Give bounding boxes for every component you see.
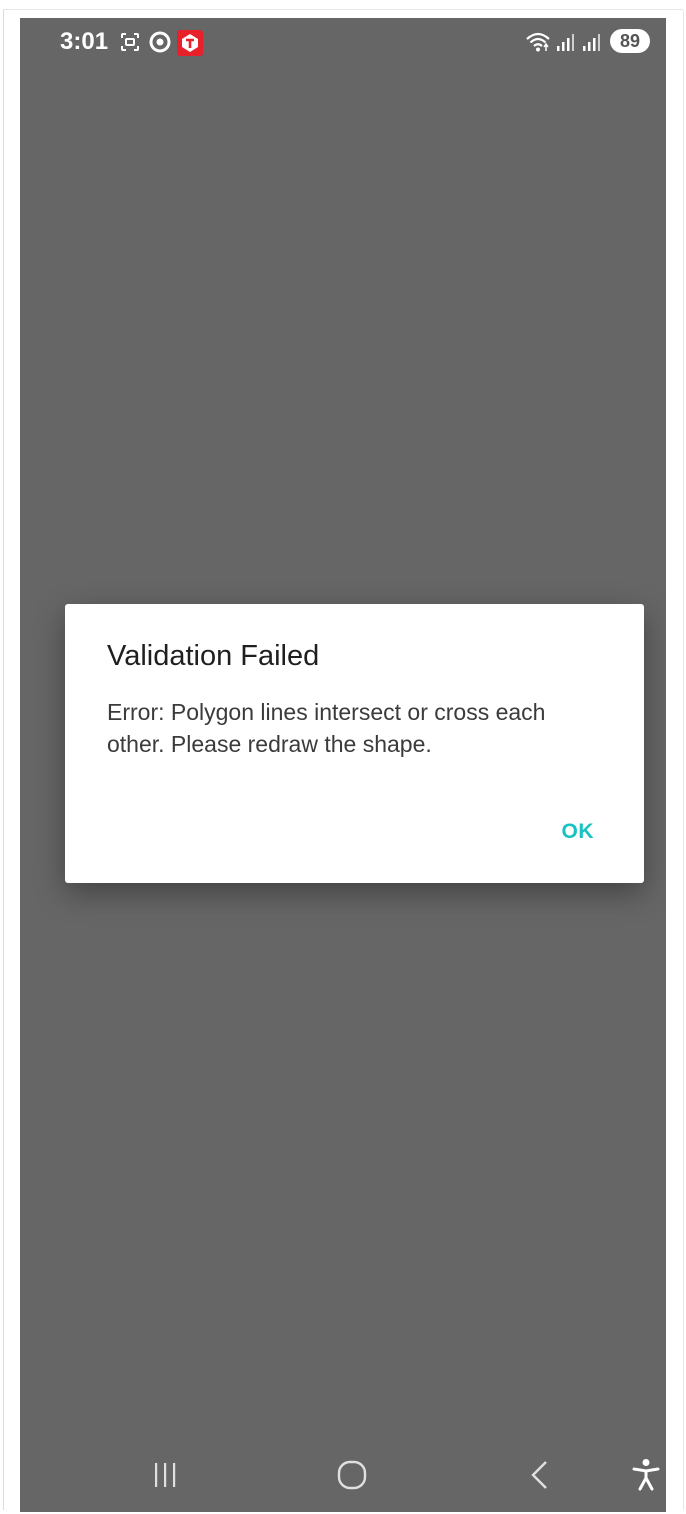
accessibility-button[interactable] xyxy=(616,1452,666,1502)
wifi-icon xyxy=(525,30,551,59)
back-icon xyxy=(528,1459,552,1496)
frame-border-top xyxy=(3,9,683,10)
recents-button[interactable] xyxy=(135,1452,195,1502)
tata-app-icon xyxy=(177,28,203,61)
frame-border-right xyxy=(683,10,684,1510)
validation-dialog: Validation Failed Error: Polygon lines i… xyxy=(65,604,644,883)
ok-button[interactable]: OK xyxy=(534,812,594,852)
device-frame: 3:01 89 Validation Failed Error: Polygon… xyxy=(0,0,686,1514)
dialog-message: Error: Polygon lines intersect or cross … xyxy=(107,699,546,757)
home-icon xyxy=(336,1459,368,1496)
battery-indicator: 89 xyxy=(610,29,650,53)
signal-icon-sim2 xyxy=(581,32,601,57)
signal-icon-sim1 xyxy=(555,32,575,57)
accessibility-icon xyxy=(631,1458,661,1497)
target-icon xyxy=(148,30,172,59)
recents-icon xyxy=(150,1461,180,1494)
screenshot-icon xyxy=(118,30,142,59)
navigation-bar xyxy=(20,1444,666,1512)
back-button[interactable] xyxy=(510,1452,570,1502)
screen-scrim[interactable]: 3:01 89 Validation Failed Error: Polygon… xyxy=(20,18,666,1512)
frame-border-left xyxy=(3,10,4,1510)
status-bar: 3:01 89 xyxy=(20,18,666,66)
home-button[interactable] xyxy=(322,1452,382,1502)
dialog-title: Validation Failed xyxy=(107,640,320,672)
status-time: 3:01 xyxy=(60,28,109,55)
